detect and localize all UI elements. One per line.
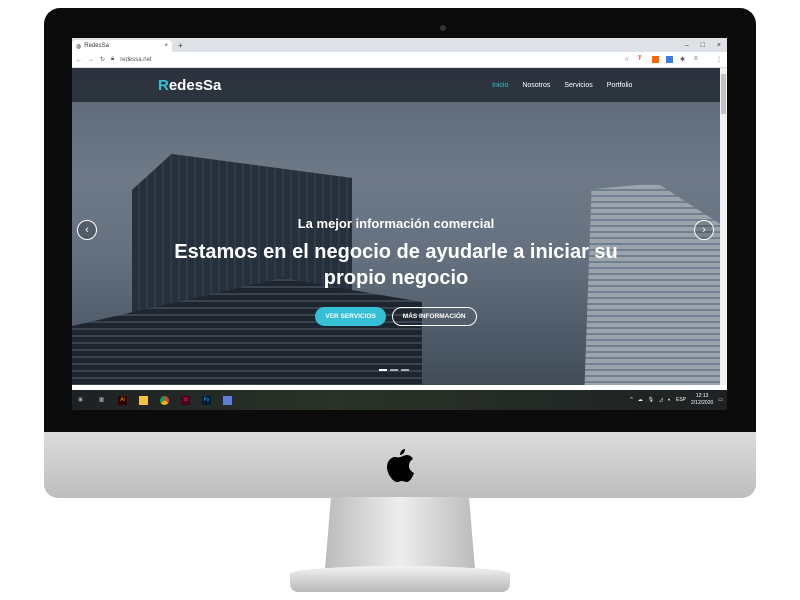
illustrator-icon[interactable]: Ai [118, 395, 127, 405]
tab-close-icon[interactable]: × [164, 43, 168, 49]
taskbar: ⊞ ▥ Ai Id Ps ^ ☁ 🎙︎ ◿ 🔈︎ ESP 12:13 2/12/2… [72, 390, 727, 410]
puzzle-icon[interactable]: ✱ [680, 56, 687, 63]
monitor-base [290, 566, 510, 592]
maximize-button[interactable]: □ [701, 42, 705, 49]
new-tab-button[interactable]: + [178, 41, 183, 50]
forward-icon[interactable]: → [88, 57, 94, 63]
indesign-icon[interactable]: Id [181, 395, 190, 405]
address-bar: ← → ↻ 🔒︎ redessa.net ☆ T ✱ ≡ ⋮ [72, 52, 727, 68]
language-indicator[interactable]: ESP [676, 397, 686, 403]
nav-inicio[interactable]: Inicio [492, 82, 508, 89]
back-icon[interactable]: ← [76, 57, 82, 63]
star-icon[interactable]: ☆ [624, 56, 631, 63]
menu-icon[interactable]: ⋮ [716, 56, 723, 63]
reading-list-icon[interactable]: ≡ [694, 56, 701, 63]
notifications-icon[interactable]: ▭ [718, 397, 723, 403]
microphone-icon[interactable]: 🎙︎ [648, 397, 654, 403]
apple-logo-icon [387, 449, 414, 482]
scrollbar[interactable] [720, 68, 727, 385]
network-icon[interactable]: ◿ [659, 397, 663, 403]
windows-start-icon[interactable]: ⊞ [76, 396, 85, 405]
extension-icon[interactable]: T [638, 56, 645, 63]
carousel-dot[interactable] [390, 369, 398, 371]
carousel-dot[interactable] [401, 369, 409, 371]
carousel-indicators [379, 369, 409, 371]
minimize-button[interactable]: – [685, 42, 689, 49]
hero-subtitle: La mejor información comercial [297, 216, 495, 231]
site-navbar: RedesSa Inicio Nosotros Servicios Portfo… [72, 68, 720, 102]
monitor-stand [325, 497, 475, 569]
chrome-icon[interactable] [160, 395, 169, 405]
screen: ◍ RedesSa × + – □ × ← → ↻ 🔒︎ redessa.net ☆ T ✱ ≡ ⋮ … [72, 38, 727, 410]
nav-portfolio[interactable]: Portfolio [607, 82, 633, 89]
app-icon[interactable] [223, 395, 232, 405]
hero-title: Estamos en el negocio de ayudarle a inic… [174, 241, 618, 289]
hero: La mejor información comercial Estamos e… [72, 216, 720, 326]
tab-title: RedesSa [84, 43, 109, 49]
chevron-up-icon[interactable]: ^ [630, 397, 632, 403]
browser-tab[interactable]: ◍ RedesSa × [72, 40, 172, 52]
site-logo[interactable]: RedesSa [158, 77, 221, 94]
camera [440, 25, 446, 31]
globe-icon: ◍ [76, 43, 82, 50]
nav-servicios[interactable]: Servicios [564, 82, 592, 89]
tab-bar: ◍ RedesSa × + – □ × [72, 38, 727, 52]
task-view-icon[interactable]: ▥ [97, 396, 106, 405]
onedrive-icon[interactable]: ☁ [638, 397, 643, 403]
ver-servicios-button[interactable]: VER SERVICIOS [315, 307, 386, 326]
url-input[interactable]: redessa.net [120, 57, 151, 63]
file-explorer-icon[interactable] [139, 395, 148, 405]
carousel-dot[interactable] [379, 369, 387, 371]
photoshop-icon[interactable]: Ps [202, 395, 211, 405]
lock-icon: 🔒︎ [111, 56, 115, 62]
volume-icon[interactable]: 🔈︎ [668, 397, 671, 403]
extension-icon[interactable] [666, 56, 673, 63]
clock[interactable]: 12:13 2/12/2020 [691, 393, 713, 407]
nav-nosotros[interactable]: Nosotros [522, 82, 550, 89]
close-window-button[interactable]: × [717, 42, 721, 49]
mas-informacion-button[interactable]: MÁS INFORMACIÓN [391, 307, 477, 326]
website: RedesSa Inicio Nosotros Servicios Portfo… [72, 68, 720, 385]
reload-icon[interactable]: ↻ [100, 56, 105, 63]
extension-icon[interactable] [652, 56, 659, 63]
